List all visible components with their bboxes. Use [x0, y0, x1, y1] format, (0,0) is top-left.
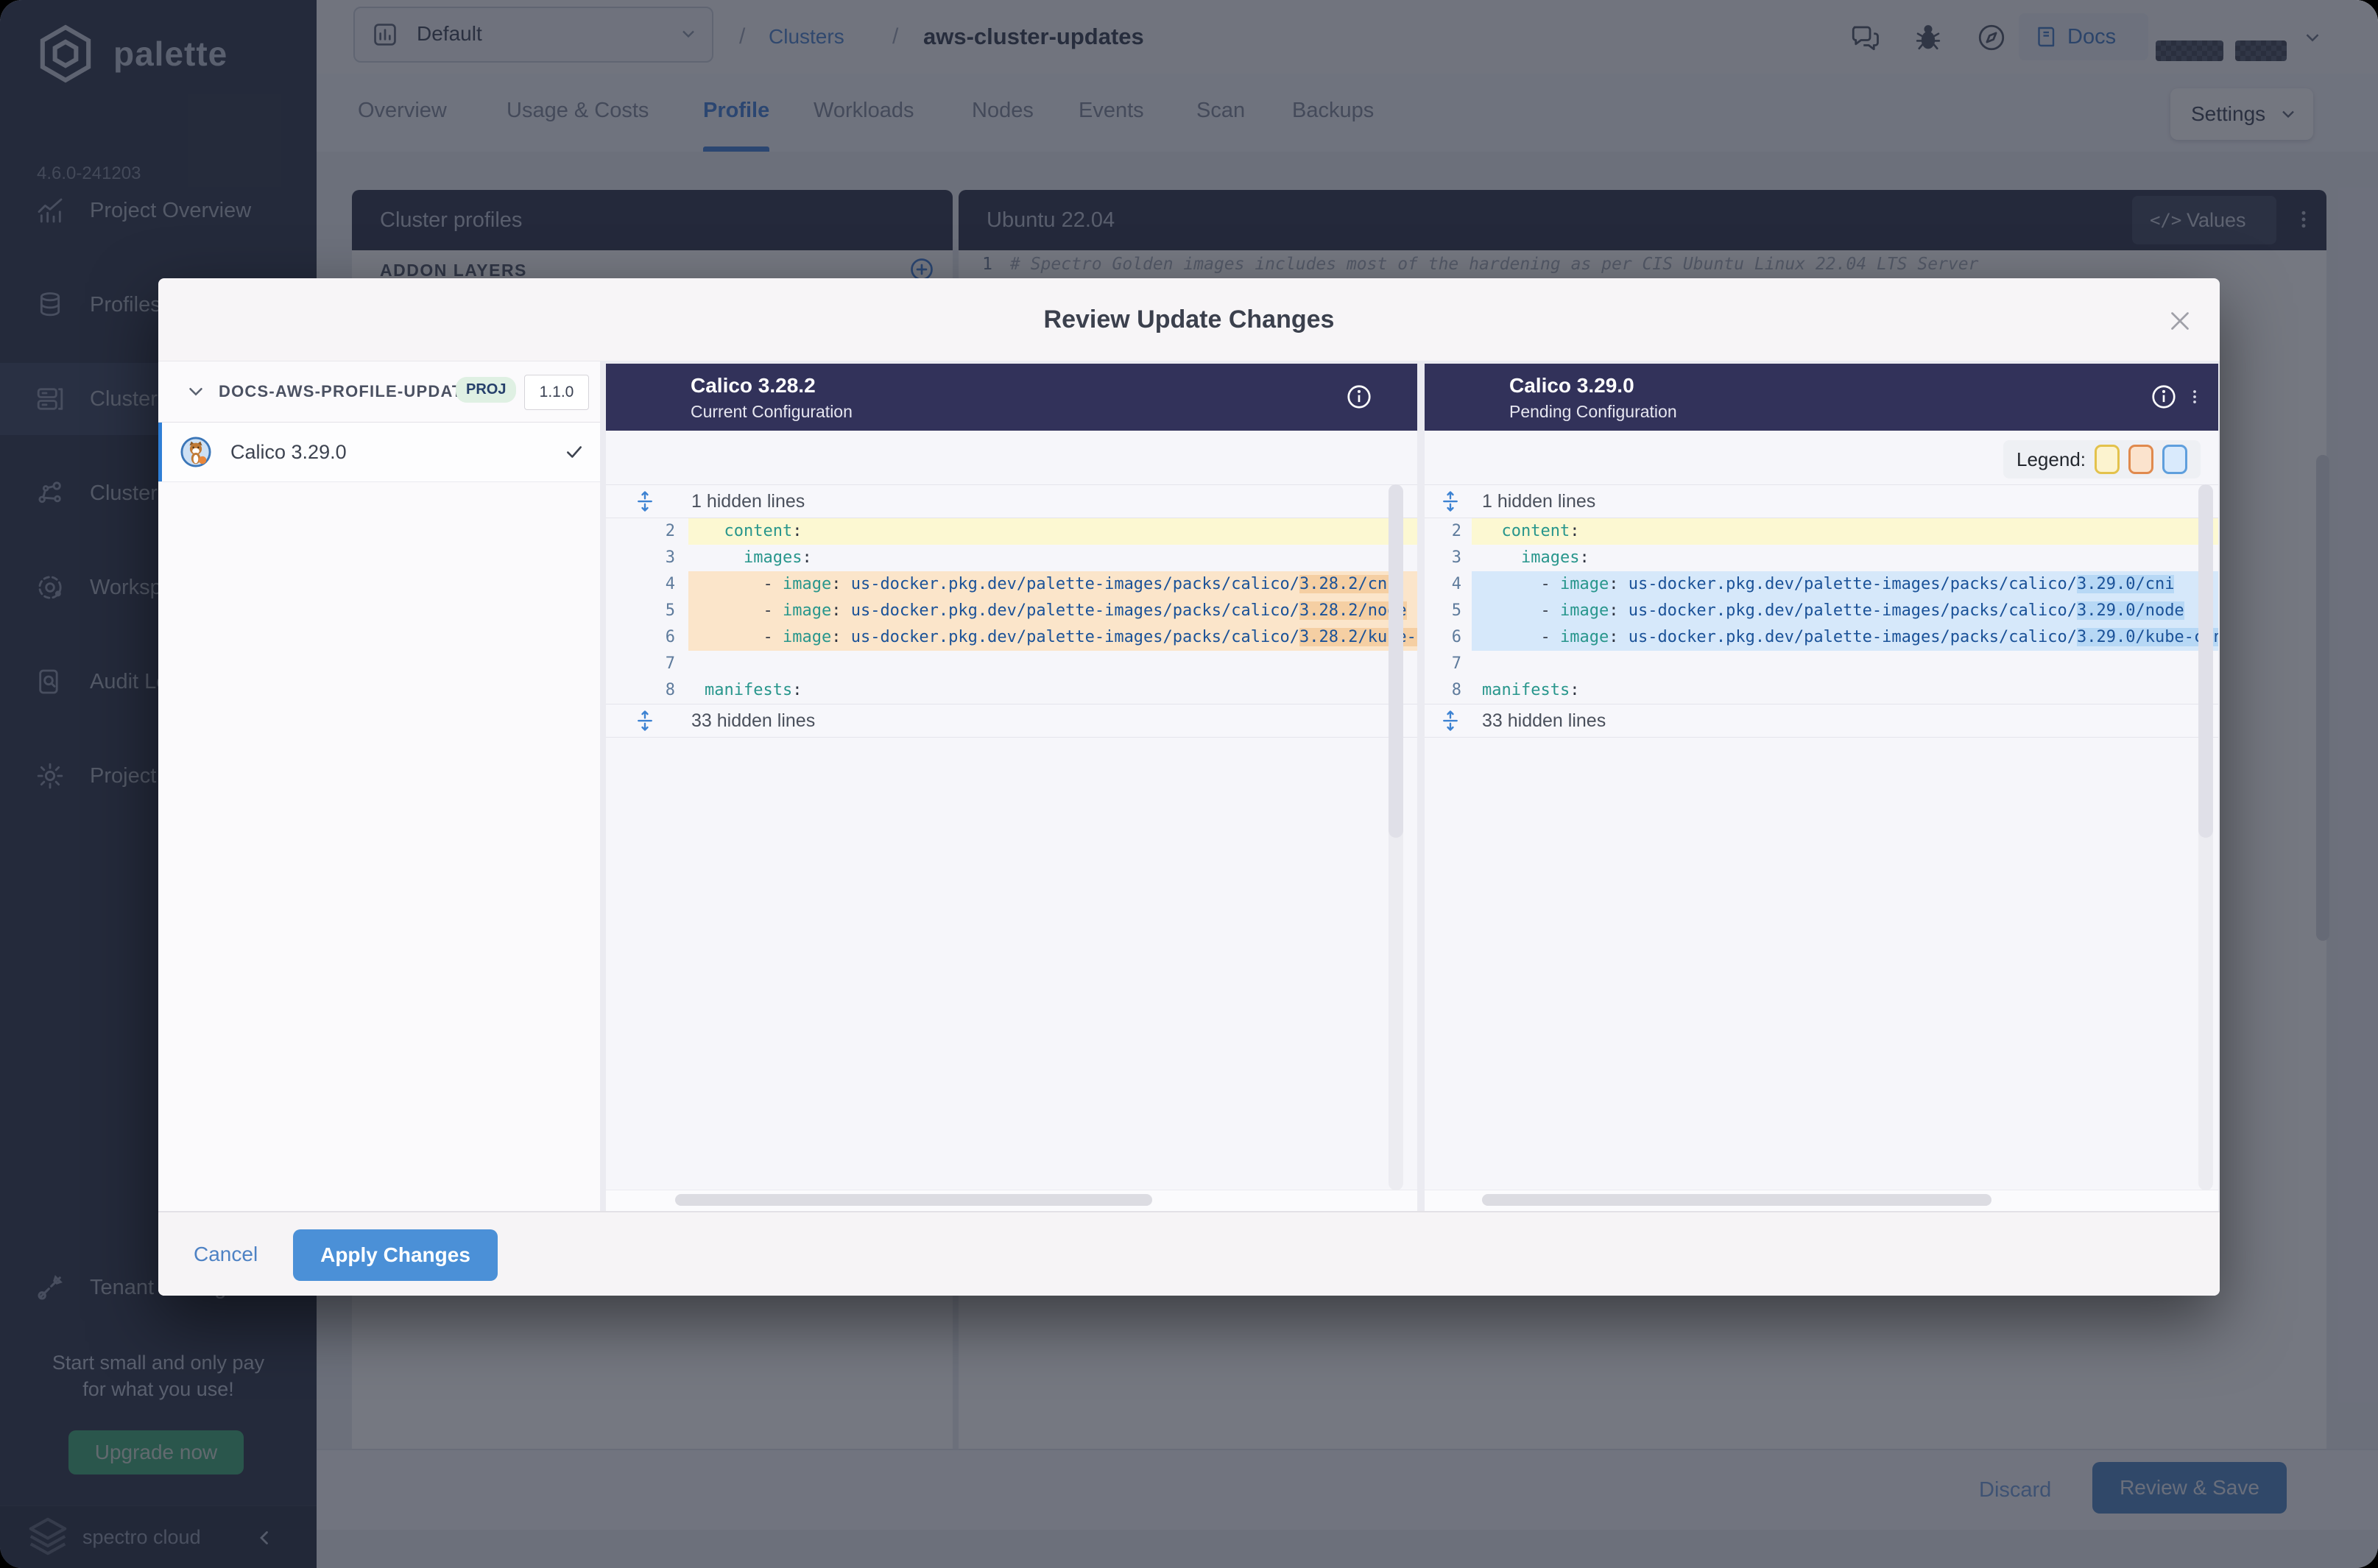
vertical-scrollbar[interactable]: [2198, 484, 2213, 1190]
legend-modified-swatch: [2095, 445, 2120, 474]
line-number: 8: [1425, 677, 1472, 704]
diff-line: 2 content:: [1425, 518, 2218, 545]
line-code: content:: [1472, 518, 2218, 545]
apply-changes-button[interactable]: Apply Changes: [293, 1229, 498, 1281]
hidden-lines-label: 33 hidden lines: [691, 710, 815, 732]
pack-list-item-calico[interactable]: Calico 3.29.0: [158, 423, 600, 482]
line-code: - image: us-docker.pkg.dev/palette-image…: [1472, 598, 2218, 624]
profile-name: DOCS-AWS-PROFILE-UPDATES: [219, 361, 486, 422]
diff-line: 5 - image: us-docker.pkg.dev/palette-ima…: [1425, 598, 2218, 624]
info-icon[interactable]: [2150, 383, 2178, 411]
profile-header-row[interactable]: DOCS-AWS-PROFILE-UPDATES PROJ 1.1.0: [158, 361, 600, 423]
diff-line: 3 images:: [606, 545, 1417, 571]
check-icon: [565, 442, 584, 462]
diff-area: Calico 3.28.2 Current Configuration 1 hi…: [600, 361, 2220, 1211]
hidden-lines-expander[interactable]: 33 hidden lines: [606, 704, 1417, 738]
line-number: 2: [606, 518, 688, 545]
current-pane-header: Calico 3.28.2 Current Configuration: [606, 364, 1417, 431]
diff-line: 4 - image: us-docker.pkg.dev/palette-ima…: [606, 571, 1417, 598]
hidden-lines-expander[interactable]: 1 hidden lines: [1425, 484, 2218, 518]
unfold-icon[interactable]: [634, 490, 656, 512]
diff-line: 2 content:: [606, 518, 1417, 545]
line-code: manifests:: [688, 677, 1417, 704]
diff-line: 6 - image: us-docker.pkg.dev/palette-ima…: [1425, 624, 2218, 651]
diff-line: 3 images:: [1425, 545, 2218, 571]
vertical-scrollbar[interactable]: [1389, 484, 1403, 1190]
line-number: 7: [606, 651, 688, 677]
info-icon[interactable]: [1345, 383, 1373, 411]
diff-line: 7: [606, 651, 1417, 677]
line-code: [1472, 651, 2218, 677]
line-number: 4: [1425, 571, 1472, 598]
active-indicator: [158, 423, 162, 481]
horizontal-scrollbar[interactable]: [1425, 1190, 2218, 1211]
line-number: 3: [606, 545, 688, 571]
line-code: - image: us-docker.pkg.dev/palette-image…: [1472, 571, 2218, 598]
line-number: 2: [1425, 518, 1472, 545]
unfold-icon[interactable]: [634, 710, 656, 732]
pending-pane-header: Calico 3.29.0 Pending Configuration: [1425, 364, 2218, 431]
diff-line: 4 - image: us-docker.pkg.dev/palette-ima…: [1425, 571, 2218, 598]
line-code: [688, 651, 1417, 677]
line-number: 3: [1425, 545, 1472, 571]
line-number: 5: [1425, 598, 1472, 624]
hidden-lines-label: 1 hidden lines: [691, 491, 805, 512]
diff-line: 8manifests:: [606, 677, 1417, 704]
hidden-lines-label: 33 hidden lines: [1482, 710, 1606, 732]
line-number: 6: [1425, 624, 1472, 651]
line-code: manifests:: [1472, 677, 2218, 704]
unfold-icon[interactable]: [1439, 710, 1461, 732]
profile-version[interactable]: 1.1.0: [524, 375, 589, 410]
kebab-menu-icon[interactable]: [2186, 382, 2204, 412]
diff-line: 6 - image: us-docker.pkg.dev/palette-ima…: [606, 624, 1417, 651]
hidden-lines-expander[interactable]: 1 hidden lines: [606, 484, 1417, 518]
line-code: - image: us-docker.pkg.dev/palette-image…: [688, 598, 1417, 624]
line-number: 6: [606, 624, 688, 651]
line-code: - image: us-docker.pkg.dev/palette-image…: [688, 571, 1417, 598]
profile-list-panel: DOCS-AWS-PROFILE-UPDATES PROJ 1.1.0 Cali…: [158, 361, 601, 1212]
profile-scope-badge: PROJ: [456, 377, 516, 403]
line-number: 7: [1425, 651, 1472, 677]
cancel-button[interactable]: Cancel: [194, 1212, 258, 1296]
horizontal-scrollbar[interactable]: [606, 1190, 1417, 1211]
pack-name: Calico 3.29.0: [230, 423, 347, 481]
app-window: palette 4.6.0-241203 Project OverviewPro…: [0, 0, 2378, 1568]
review-update-changes-modal: Review Update Changes DOCS-AWS-PROFILE-U…: [158, 278, 2220, 1296]
calico-pack-logo: [180, 437, 211, 467]
line-code: content:: [688, 518, 1417, 545]
line-code: - image: us-docker.pkg.dev/palette-image…: [1472, 624, 2218, 651]
diff-line: 8manifests:: [1425, 677, 2218, 704]
line-number: 5: [606, 598, 688, 624]
diff-line: 7: [1425, 651, 2218, 677]
legend-label: Legend:: [2017, 448, 2086, 471]
diff-line: 5 - image: us-docker.pkg.dev/palette-ima…: [606, 598, 1417, 624]
hidden-lines-label: 1 hidden lines: [1482, 491, 1595, 512]
line-number: 4: [606, 571, 688, 598]
modal-footer: Cancel Apply Changes: [158, 1211, 2220, 1296]
line-code: images:: [1472, 545, 2218, 571]
chevron-down-icon: [185, 381, 207, 403]
line-number: 8: [606, 677, 688, 704]
line-code: images:: [688, 545, 1417, 571]
close-icon[interactable]: [2167, 308, 2193, 334]
legend-added-swatch: [2162, 445, 2187, 474]
hidden-lines-expander[interactable]: 33 hidden lines: [1425, 704, 2218, 738]
diff-pane-pending: Calico 3.29.0 Pending Configuration Lege…: [1425, 364, 2218, 1211]
diff-pane-current: Calico 3.28.2 Current Configuration 1 hi…: [606, 364, 1417, 1211]
unfold-icon[interactable]: [1439, 490, 1461, 512]
modal-title: Review Update Changes: [158, 278, 2220, 361]
line-code: - image: us-docker.pkg.dev/palette-image…: [688, 624, 1417, 651]
legend-removed-swatch: [2128, 445, 2153, 474]
legend: Legend:: [2003, 440, 2201, 478]
